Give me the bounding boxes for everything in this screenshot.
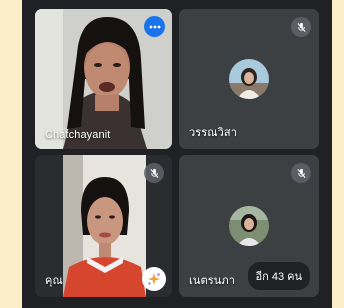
muted-indicator bbox=[291, 17, 311, 37]
mic-off-icon bbox=[296, 168, 306, 178]
participant-name: Chatchayanit bbox=[45, 129, 111, 141]
participant-tile-self[interactable]: คุณ bbox=[35, 155, 172, 297]
avatar bbox=[229, 206, 269, 246]
more-options-icon bbox=[149, 25, 160, 28]
participant-name: วรรณวิสา bbox=[189, 127, 237, 139]
participant-tile-wannwisa[interactable]: วรรณวิสา bbox=[179, 9, 319, 149]
more-options-button[interactable] bbox=[144, 16, 165, 37]
participant-tile-netnapa[interactable]: เนตรนภา อีก 43 คน bbox=[179, 155, 319, 297]
muted-indicator bbox=[291, 163, 311, 183]
muted-indicator bbox=[144, 163, 164, 183]
participant-name: เนตรนภา bbox=[189, 275, 235, 287]
more-participants-button[interactable]: อีก 43 คน bbox=[247, 262, 310, 290]
mic-off-icon bbox=[149, 168, 159, 178]
visual-effects-icon bbox=[148, 273, 160, 285]
avatar bbox=[229, 59, 269, 99]
visual-effects-button[interactable] bbox=[142, 267, 166, 291]
mic-off-icon bbox=[296, 22, 306, 32]
participant-tile-chatchayanit[interactable]: Chatchayanit bbox=[35, 9, 172, 149]
participant-name: คุณ bbox=[45, 275, 63, 287]
